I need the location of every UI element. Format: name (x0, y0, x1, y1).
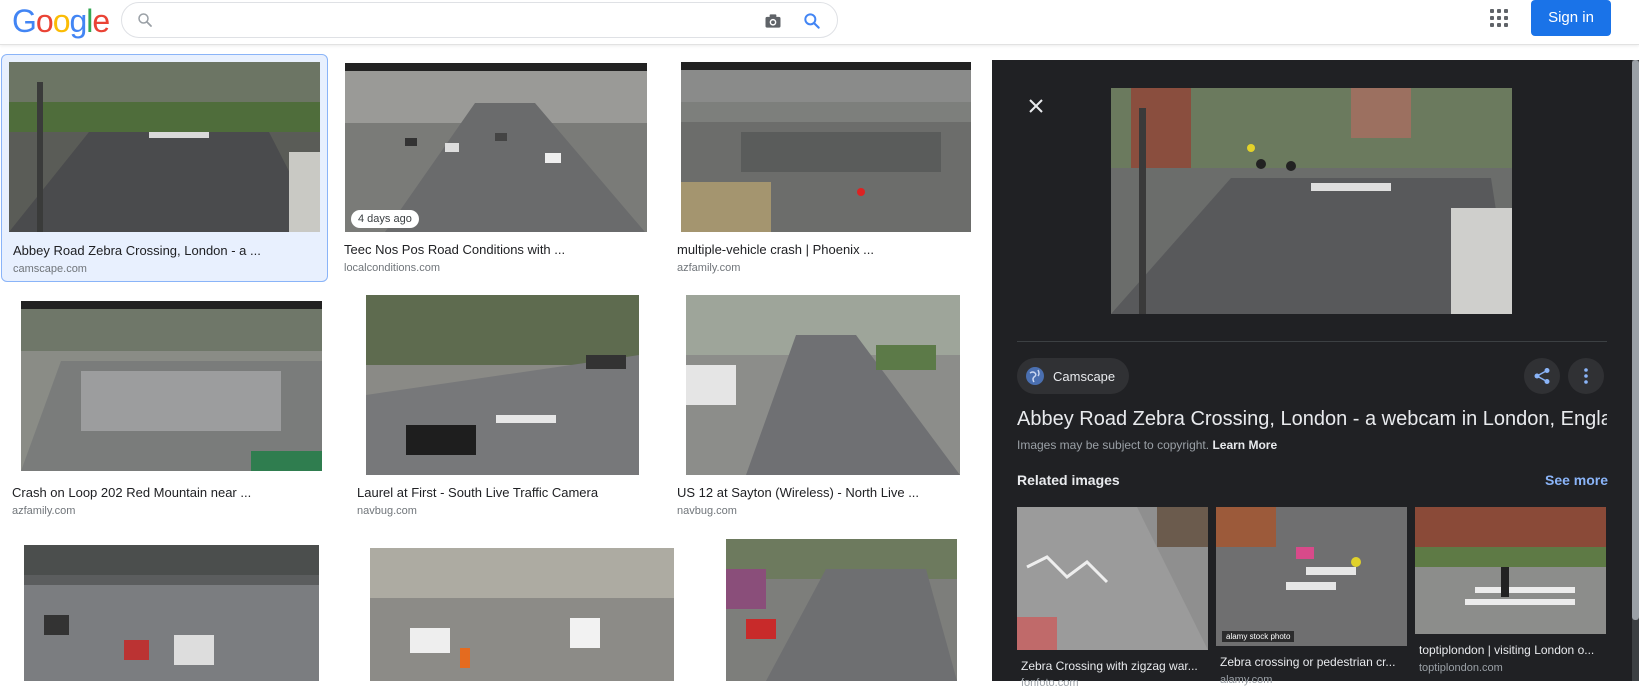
preview-image[interactable] (1111, 88, 1512, 314)
result-card[interactable]: Laurel at First - South Live Traffic Cam… (348, 293, 655, 521)
related-image-card[interactable]: toptiplondon | visiting London o... topt… (1415, 507, 1606, 681)
result-thumbnail[interactable] (21, 301, 322, 471)
more-options-button[interactable] (1568, 358, 1604, 394)
result-thumbnail[interactable] (681, 62, 971, 232)
panel-scrollbar[interactable] (1632, 60, 1639, 681)
result-thumbnail[interactable] (9, 62, 320, 232)
result-card[interactable]: Crash on Loop 202 Red Mountain near ... … (1, 293, 334, 521)
stock-watermark: alamy stock photo (1222, 631, 1295, 642)
result-source: navbug.com (677, 505, 737, 517)
logo-letter: o (52, 3, 71, 39)
related-thumbnail[interactable] (1017, 507, 1208, 650)
sign-in-button[interactable]: Sign in (1531, 0, 1611, 36)
result-title[interactable]: US 12 at Sayton (Wireless) - North Live … (677, 485, 919, 500)
result-source: azfamily.com (12, 505, 76, 517)
logo-letter: g (69, 3, 87, 39)
copyright-notice: Images may be subject to copyright. Lear… (1017, 438, 1277, 452)
result-title[interactable]: Laurel at First - South Live Traffic Cam… (357, 485, 598, 500)
learn-more-link[interactable]: Learn More (1212, 438, 1277, 452)
preview-title[interactable]: Abbey Road Zebra Crossing, London - a we… (1017, 408, 1607, 431)
related-source: fonfoto.com (1021, 677, 1079, 689)
result-card[interactable]: multiple-vehicle crash | Phoenix ... azf… (671, 54, 989, 282)
see-more-link[interactable]: See more (1545, 472, 1608, 488)
search-input[interactable] (162, 9, 762, 33)
share-icon (1534, 368, 1550, 384)
close-icon[interactable] (1026, 96, 1046, 116)
result-title[interactable]: multiple-vehicle crash | Phoenix ... (677, 242, 874, 257)
related-title[interactable]: Zebra Crossing with zigzag war... (1021, 659, 1208, 673)
search-box[interactable] (121, 2, 838, 38)
panel-divider (1017, 341, 1607, 342)
source-name: Camscape (1053, 368, 1116, 384)
globe-icon (1026, 367, 1044, 385)
result-thumbnail[interactable] (366, 295, 639, 475)
related-thumbnail[interactable]: alamy stock photo (1216, 507, 1407, 646)
result-thumbnail[interactable] (726, 539, 957, 681)
related-thumbnail[interactable] (1415, 507, 1606, 634)
age-badge: 4 days ago (351, 210, 419, 228)
result-source: camscape.com (13, 263, 87, 275)
related-image-card[interactable]: alamy stock photo Zebra crossing or pede… (1216, 507, 1407, 686)
result-thumbnail[interactable] (24, 545, 319, 681)
share-button[interactable] (1524, 358, 1560, 394)
result-title[interactable]: Teec Nos Pos Road Conditions with ... (344, 242, 565, 257)
result-thumbnail[interactable] (686, 295, 960, 475)
result-card[interactable]: 4 days ago Teec Nos Pos Road Conditions … (337, 54, 659, 282)
result-thumbnail[interactable]: 4 days ago (345, 63, 647, 232)
result-source: localconditions.com (344, 262, 440, 274)
result-title[interactable]: Abbey Road Zebra Crossing, London - a ..… (13, 243, 261, 258)
result-source: navbug.com (357, 505, 417, 517)
result-card[interactable] (704, 536, 976, 681)
logo-letter: e (92, 3, 110, 39)
result-card[interactable] (1, 536, 334, 681)
result-source: azfamily.com (677, 262, 741, 274)
scrollbar-thumb[interactable] (1632, 60, 1639, 620)
related-title[interactable]: Zebra crossing or pedestrian cr... (1220, 655, 1407, 669)
logo-letter: G (12, 3, 37, 39)
search-icon (138, 13, 152, 27)
result-card[interactable]: US 12 at Sayton (Wireless) - North Live … (671, 293, 976, 521)
apps-grid-icon[interactable] (1490, 9, 1508, 27)
camera-icon[interactable] (763, 11, 783, 31)
result-card[interactable]: Abbey Road Zebra Crossing, London - a ..… (1, 54, 328, 282)
more-vert-icon (1584, 368, 1588, 384)
related-source: toptiplondon.com (1419, 662, 1503, 674)
source-chip[interactable]: Camscape (1017, 358, 1130, 394)
result-title[interactable]: Crash on Loop 202 Red Mountain near ... (12, 485, 251, 500)
result-thumbnail[interactable] (370, 548, 674, 681)
logo-letter: o (35, 3, 54, 39)
search-submit-icon[interactable] (802, 11, 822, 31)
related-images-heading: Related images (1017, 472, 1120, 488)
copyright-text: Images may be subject to copyright. (1017, 438, 1210, 452)
result-card[interactable] (348, 536, 687, 681)
google-logo[interactable]: Google (12, 3, 110, 39)
related-title[interactable]: toptiplondon | visiting London o... (1419, 643, 1606, 657)
related-source: alamy.com (1220, 674, 1273, 686)
header-bar: Google Sign in (0, 0, 1639, 45)
related-image-card[interactable]: Zebra Crossing with zigzag war... fonfot… (1017, 507, 1208, 689)
